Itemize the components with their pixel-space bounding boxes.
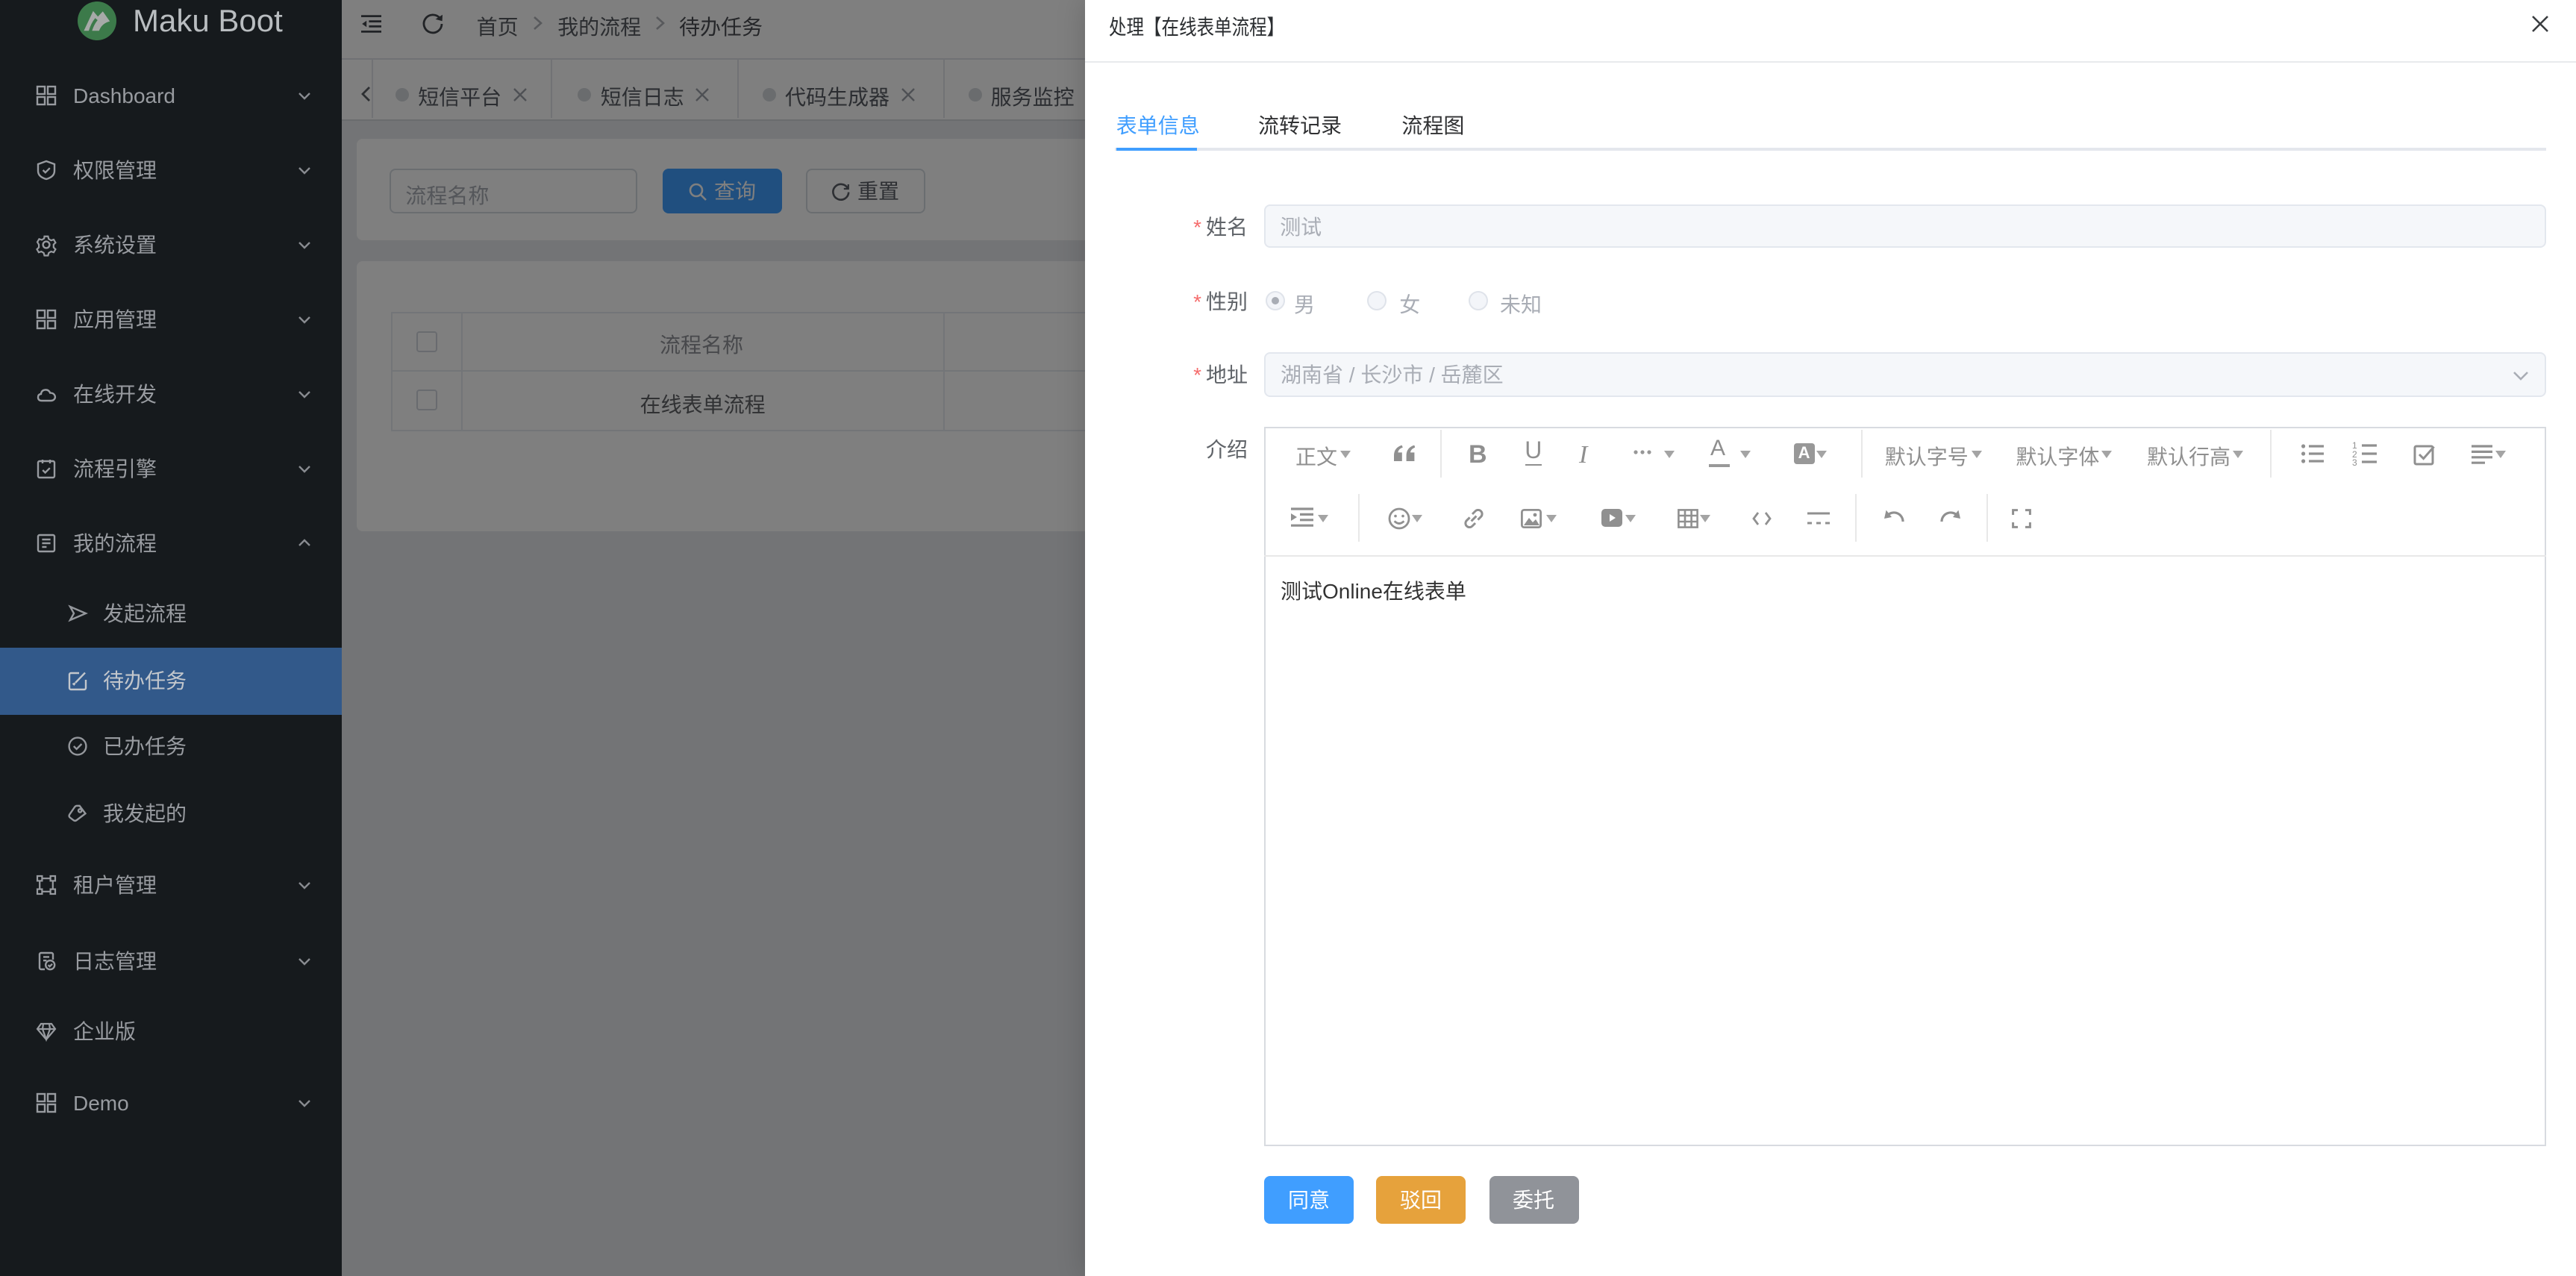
svg-text:3: 3 (2352, 457, 2357, 466)
